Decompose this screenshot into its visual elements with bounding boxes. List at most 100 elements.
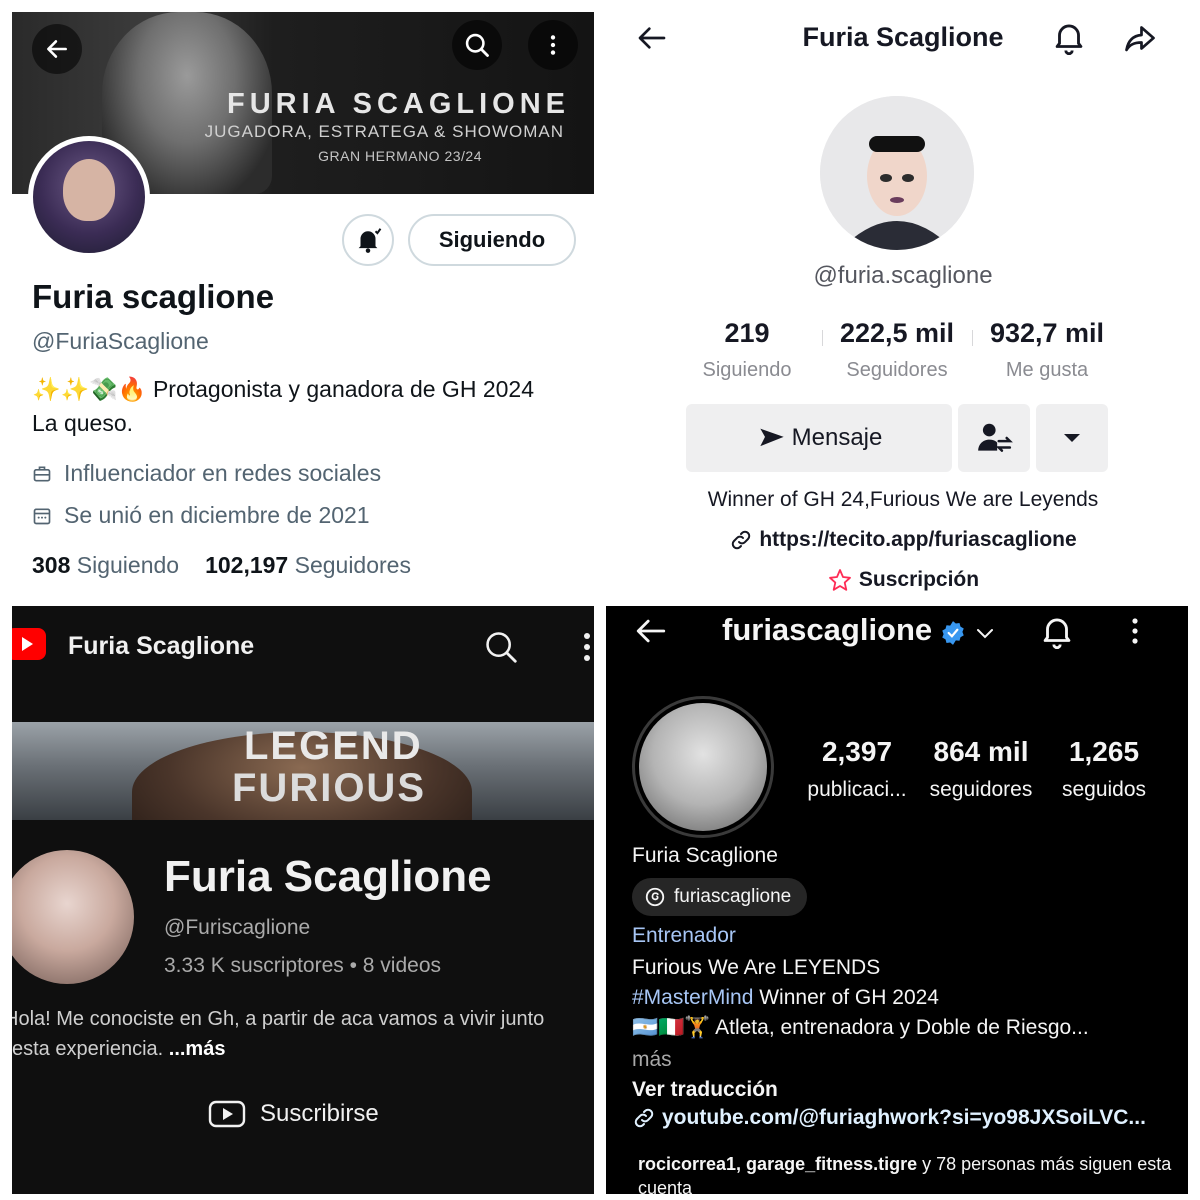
channel-avatar[interactable]: [12, 850, 134, 984]
followers-stat[interactable]: 102,197 Seguidores: [205, 552, 411, 579]
notifications-button[interactable]: [1038, 612, 1076, 650]
more-button[interactable]: [1128, 616, 1142, 646]
notifications-button[interactable]: [1050, 18, 1088, 56]
share-button[interactable]: [1120, 20, 1160, 56]
channel-handle: @Furiscaglione: [164, 916, 311, 939]
posts-label: publicaci...: [807, 778, 907, 801]
subscribe-button[interactable]: Suscribirse: [208, 1100, 379, 1128]
following-stat[interactable]: 1,265 seguidos: [1054, 736, 1154, 802]
dropdown-icon: [1061, 431, 1083, 445]
followers-label: seguidores: [929, 778, 1033, 801]
share-icon: [1120, 20, 1160, 56]
twitter-profile-panel: FURIA SCAGLIONE JUGADORA, ESTRATEGA & SH…: [12, 12, 594, 600]
followers-count: 102,197: [205, 552, 289, 578]
avatar[interactable]: [632, 696, 774, 838]
joined-text: Se unió en diciembre de 2021: [64, 502, 370, 528]
threads-badge[interactable]: furiascaglione: [632, 878, 808, 916]
bio-line-2: #MasterMind Winner of GH 2024: [632, 986, 939, 1010]
youtube-channel-panel: Furia Scaglione LEGEND FURIOUS Furia Sca…: [12, 606, 594, 1194]
notifications-button[interactable]: [342, 214, 394, 266]
following-label: Siguiendo: [702, 359, 792, 381]
likes-count: 932,7 mil: [989, 318, 1105, 348]
subscriber-count: 3.33 K suscriptores: [164, 954, 344, 977]
category: Entrenador: [632, 924, 736, 947]
bio-line-3: 🇦🇷🇮🇹🏋 Atleta, entrenadora y Doble de Rie…: [632, 1016, 1089, 1039]
calendar-icon: [32, 506, 52, 526]
followed-by[interactable]: rocicorrea1, garage_fitness.tigre y 78 p…: [638, 1152, 1178, 1194]
posts-stat[interactable]: 2,397 publicaci...: [802, 736, 912, 802]
hashtag-link[interactable]: #MasterMind: [632, 986, 753, 1009]
avatar[interactable]: [28, 136, 150, 258]
verified-badge-icon: [940, 620, 966, 646]
subscribe-play-icon: [208, 1100, 246, 1128]
chevron-down-icon: [974, 624, 996, 642]
following-stat[interactable]: 219 Siguiendo: [672, 318, 822, 382]
bio-link[interactable]: youtube.com/@furiaghwork?si=yo98JXSoiLVC…: [632, 1106, 1146, 1130]
description-line-1[interactable]: Hola! Me conociste en Gh, a partir de ac…: [12, 1008, 544, 1031]
subscription-link[interactable]: Suscripción: [606, 568, 1200, 592]
followers-stat[interactable]: 864 mil seguidores: [922, 736, 1040, 802]
more-options-button[interactable]: [1036, 404, 1108, 472]
tiktok-profile-panel: Furia Scaglione @furia.scaglione 219 Sig…: [606, 0, 1200, 600]
channel-stats: 3.33 K suscriptores • 8 videos: [164, 954, 442, 977]
channel-banner: LEGEND FURIOUS: [12, 722, 594, 820]
more-button[interactable]: [528, 20, 578, 70]
more-button[interactable]: [580, 630, 594, 664]
send-icon: [756, 424, 788, 452]
more-vert-icon: [540, 32, 566, 58]
search-icon: [482, 628, 520, 666]
following-button[interactable]: Siguiendo: [408, 214, 576, 266]
category-text: Influenciador en redes sociales: [64, 460, 382, 486]
username-header[interactable]: furiascaglione: [722, 612, 932, 648]
search-button[interactable]: [482, 628, 520, 666]
bell-icon: [1050, 18, 1088, 56]
avatar-photo: [639, 703, 767, 831]
banner-subtitle: JUGADORA, ESTRATEGA & SHOWOMAN: [204, 122, 564, 141]
bio-line-1: Furious We Are LEYENDS: [632, 956, 881, 979]
following-stat[interactable]: 308 Siguiendo: [32, 552, 179, 579]
avatar[interactable]: [820, 96, 974, 250]
threads-icon: [644, 886, 666, 908]
page-title: Furia Scaglione: [802, 22, 1004, 52]
link-text: https://tecito.app/furiascaglione: [759, 528, 1077, 551]
bell-icon: [1038, 612, 1076, 650]
bio: Winner of GH 24,Furious We are Leyends: [707, 488, 1099, 511]
threads-handle: furiascaglione: [674, 886, 792, 907]
bell-icon: [353, 225, 383, 255]
username: @furia.scaglione: [813, 262, 993, 289]
following-label: Siguiendo: [76, 552, 180, 578]
back-button[interactable]: [32, 24, 82, 74]
message-button[interactable]: Mensaje: [686, 404, 952, 472]
briefcase-icon: [32, 464, 52, 484]
joined-row: Se unió en diciembre de 2021: [32, 502, 370, 529]
posts-count: 2,397: [821, 736, 893, 767]
channel-name: Furia Scaglione: [164, 852, 492, 901]
avatar-photo: [63, 159, 115, 221]
more-link[interactable]: ...más: [169, 1038, 226, 1060]
search-button[interactable]: [452, 20, 502, 70]
bio-link[interactable]: https://tecito.app/furiascaglione: [606, 528, 1200, 552]
translate-link[interactable]: Ver traducción: [632, 1078, 778, 1102]
description-line-2[interactable]: esta experiencia. ...más: [12, 1038, 225, 1061]
friend-button[interactable]: [958, 404, 1030, 472]
youtube-logo-icon[interactable]: [12, 628, 46, 660]
subscribe-label: Suscribirse: [260, 1100, 379, 1127]
account-switch-dropdown[interactable]: [974, 624, 996, 642]
banner-text-legend: LEGEND: [244, 724, 423, 768]
channel-title: Furia Scaglione: [68, 632, 255, 660]
likes-label: Me gusta: [1005, 359, 1089, 381]
link-text: youtube.com/@furiaghwork?si=yo98JXSoiLVC…: [662, 1106, 1146, 1129]
following-count: 219: [724, 318, 770, 348]
back-button[interactable]: [632, 614, 670, 648]
bio-line-2-text: Winner of GH 2024: [753, 986, 939, 1009]
display-name: Furia scaglione: [32, 278, 275, 315]
likes-stat[interactable]: 932,7 mil Me gusta: [972, 318, 1122, 382]
full-name: Furia Scaglione: [632, 844, 778, 867]
bio-line-2: La queso.: [32, 410, 134, 436]
username: @FuriaScaglione: [32, 328, 209, 354]
instagram-profile-panel: furiascaglione 2,397 publicaci... 864 mi…: [606, 606, 1188, 1194]
top-bar: Furia Scaglione: [12, 606, 594, 692]
link-icon: [729, 528, 753, 552]
more-link[interactable]: más: [632, 1048, 672, 1072]
followers-stat[interactable]: 222,5 mil Seguidores: [822, 318, 972, 382]
